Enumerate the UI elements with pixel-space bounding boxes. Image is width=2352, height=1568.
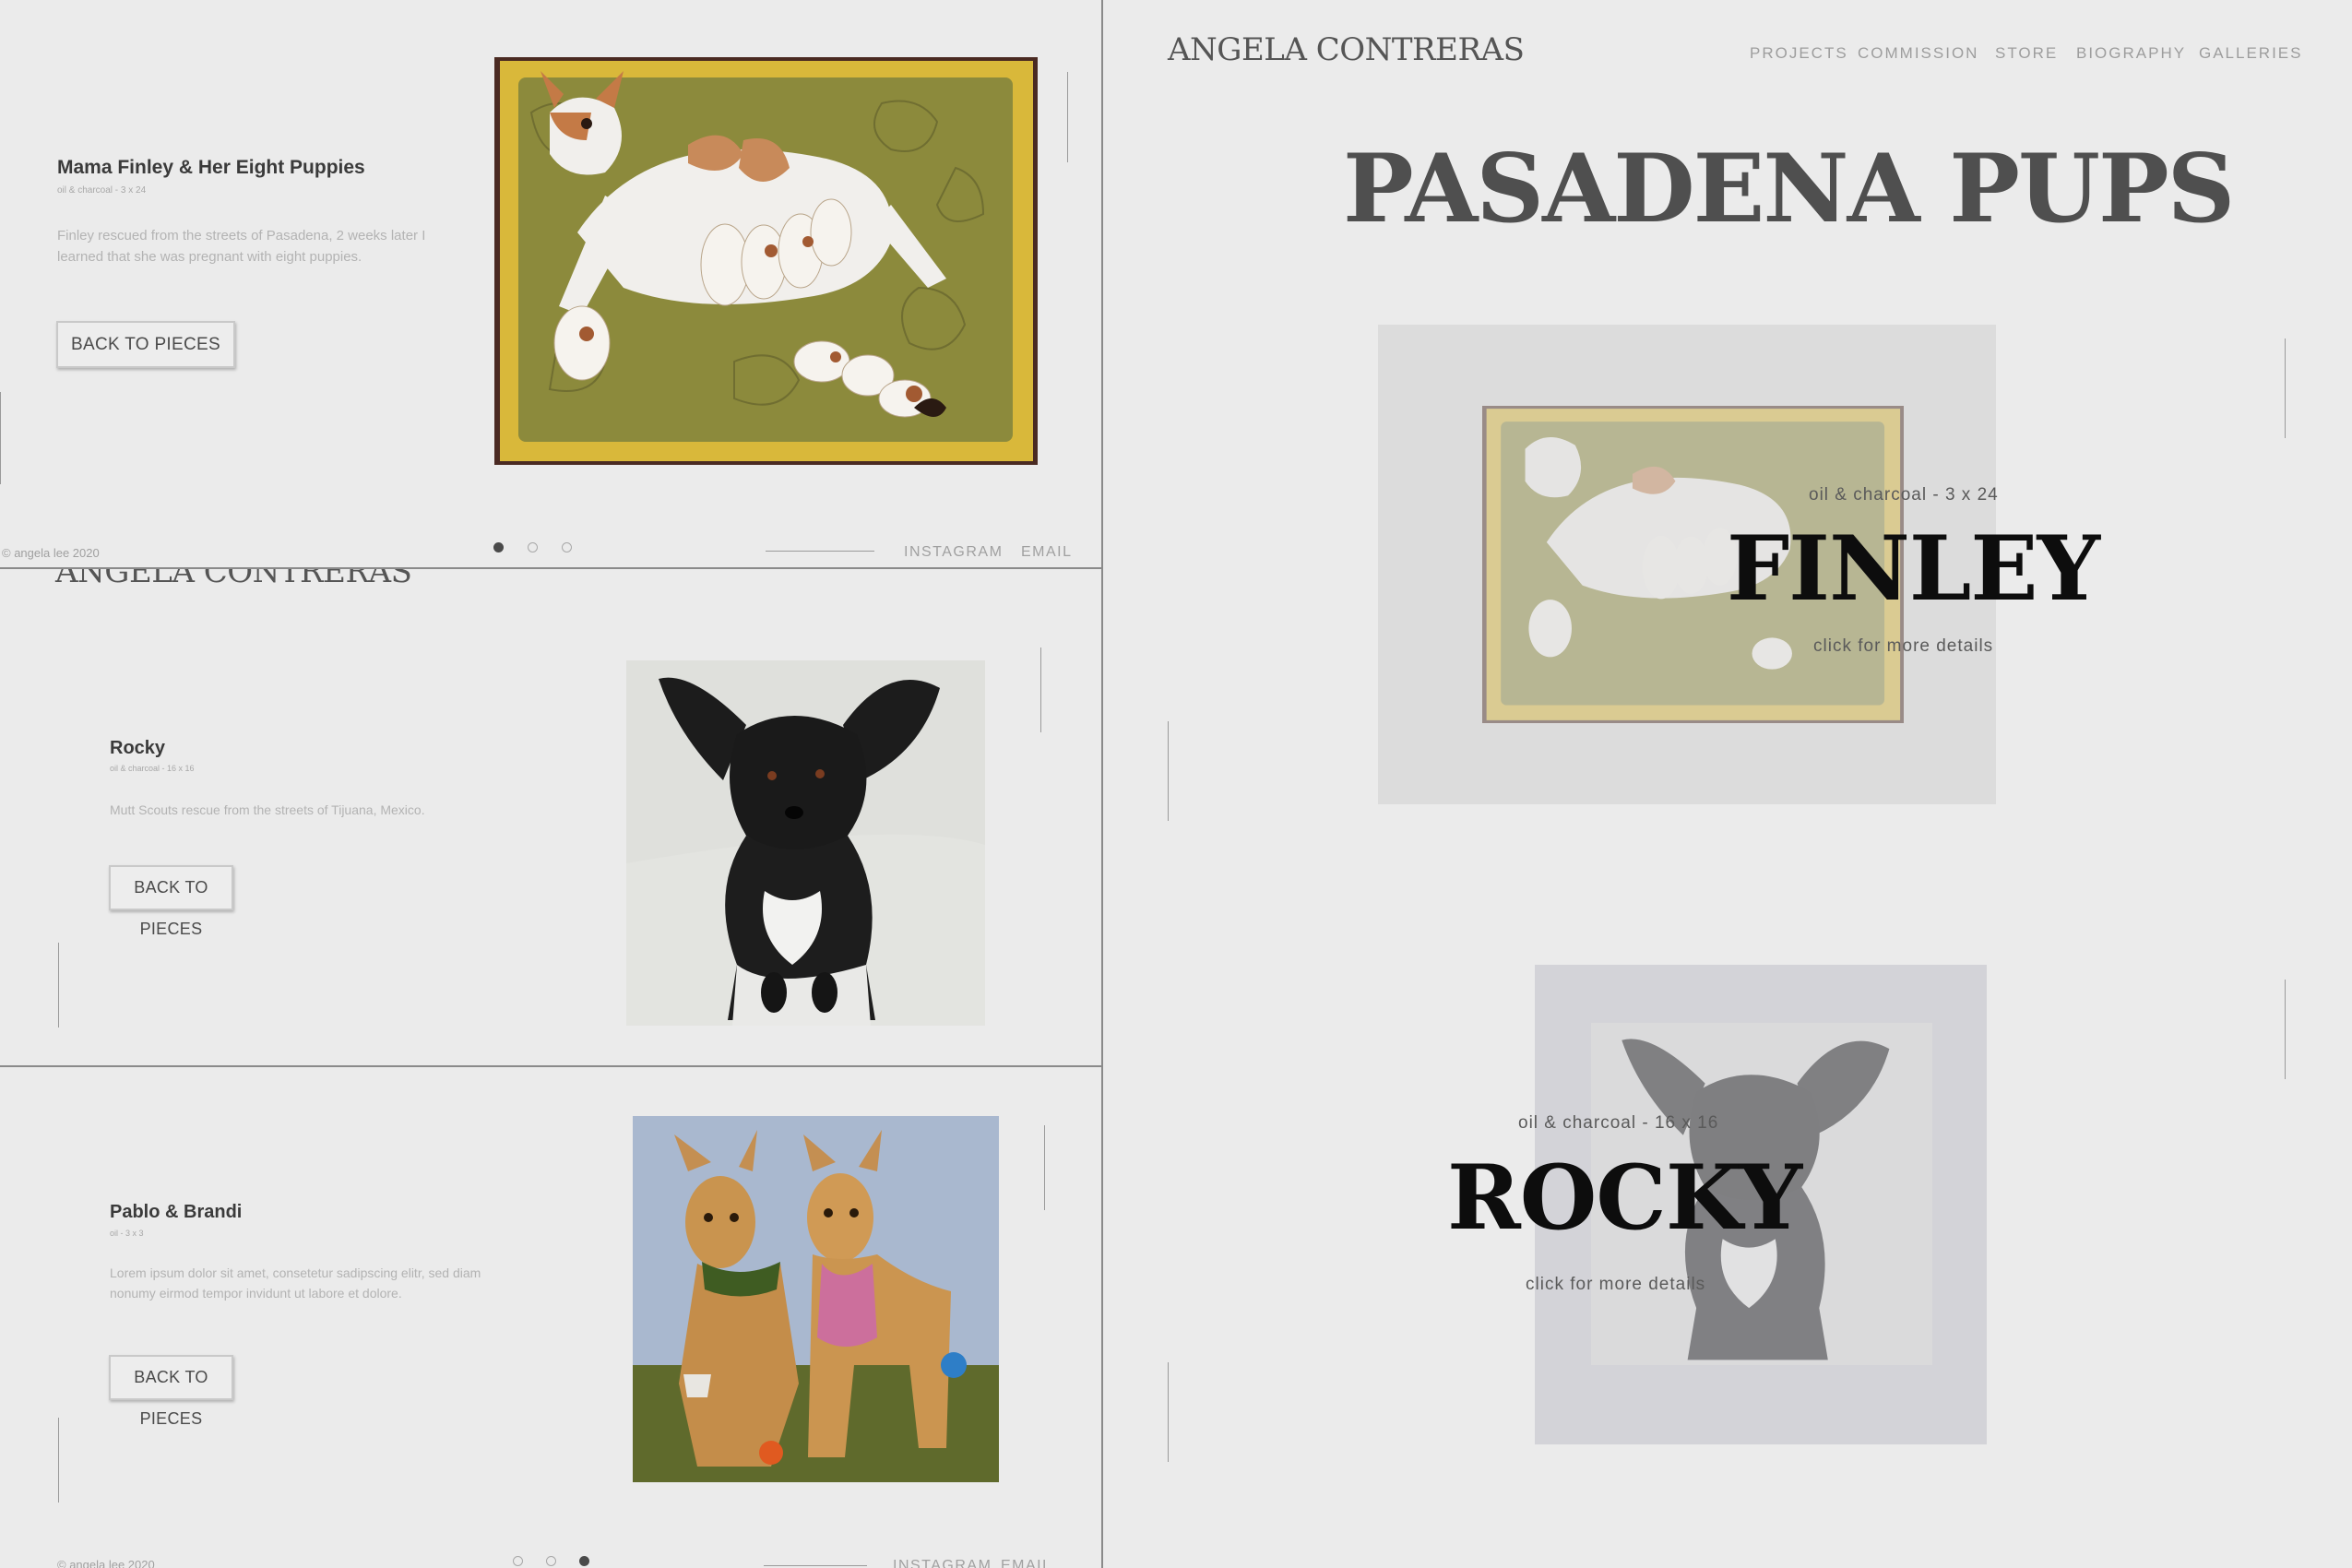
divider-line <box>58 1418 59 1503</box>
copyright-text: © angela lee 2020 <box>57 1558 155 1568</box>
card-name[interactable]: ROCKY <box>1447 1146 1802 1250</box>
card-cta[interactable]: click for more details <box>1526 1275 1705 1295</box>
column-divider <box>1101 0 1103 1568</box>
painting-rocky[interactable] <box>626 660 985 1026</box>
slide-dot[interactable] <box>562 542 572 552</box>
nav-store[interactable]: STORE <box>1995 44 2058 63</box>
card-name[interactable]: FINLEY <box>1727 517 2100 621</box>
gallery-heading: PASADENA PUPS <box>1343 134 2235 244</box>
footer-rule <box>766 551 874 552</box>
painting-mama-finley[interactable] <box>494 57 1038 465</box>
instagram-link[interactable]: INSTAGRAM <box>904 544 1003 561</box>
brand-clipped: ANGELA CONTRERAS <box>55 569 412 590</box>
piece-medium: oil & charcoal - 16 x 16 <box>110 764 195 773</box>
card-medium: oil & charcoal - 16 x 16 <box>1518 1113 1719 1133</box>
piece-title: Pablo & Brandi <box>110 1202 243 1222</box>
divider-line <box>1067 72 1068 162</box>
divider-line <box>1044 1125 1045 1210</box>
mama-finley-artwork <box>500 61 1033 461</box>
slide-dot[interactable] <box>513 1556 523 1566</box>
footer-rule <box>764 1565 867 1566</box>
back-to-pieces-button[interactable]: BACK TO PIECES <box>56 321 235 368</box>
detail-panel-rocky: ANGELA CONTRERAS Rocky oil & charcoal - … <box>0 569 1101 1065</box>
slide-dot[interactable] <box>546 1556 556 1566</box>
back-to-pieces-button[interactable]: BACK TO PIECES <box>109 1355 233 1428</box>
back-to-pieces-button[interactable]: BACK TO PIECES <box>109 865 233 938</box>
divider-line <box>58 943 59 1028</box>
detail-panel-finley: Mama Finley & Her Eight Puppies oil & ch… <box>0 0 1101 568</box>
slide-dot-active[interactable] <box>493 542 504 552</box>
pablo-brandi-artwork <box>633 1116 999 1482</box>
divider-line <box>1168 721 1169 821</box>
card-medium: oil & charcoal - 3 x 24 <box>1809 485 1999 505</box>
detail-panel-pablo-brandi: Pablo & Brandi oil - 3 x 3 Lorem ipsum d… <box>0 1067 1101 1568</box>
slide-dot-active[interactable] <box>579 1556 589 1566</box>
card-cta[interactable]: click for more details <box>1813 636 1993 657</box>
instagram-link[interactable]: INSTAGRAM <box>893 1558 992 1568</box>
divider-line <box>2285 339 2286 438</box>
piece-medium: oil & charcoal - 3 x 24 <box>57 185 147 196</box>
piece-title: Rocky <box>110 738 166 758</box>
email-link[interactable]: EMAIL <box>1021 544 1073 561</box>
copyright-text: © angela lee 2020 <box>2 546 100 560</box>
piece-description: Finley rescued from the streets of Pasad… <box>57 228 426 266</box>
nav-galleries[interactable]: GALLERIES <box>2199 44 2303 63</box>
piece-description: Lorem ipsum dolor sit amet, consetetur s… <box>110 1265 481 1301</box>
piece-description: Mutt Scouts rescue from the streets of T… <box>110 802 425 817</box>
divider-line <box>0 392 1 484</box>
nav-commission[interactable]: COMMISSION <box>1858 44 1978 63</box>
divider-line <box>1040 647 1041 732</box>
divider-line <box>1168 1362 1169 1462</box>
brand-logo[interactable]: ANGELA CONTRERAS <box>1168 31 1525 68</box>
slide-dot[interactable] <box>528 542 538 552</box>
piece-medium: oil - 3 x 3 <box>110 1229 144 1238</box>
rocky-artwork <box>626 660 985 1026</box>
piece-title: Mama Finley & Her Eight Puppies <box>57 157 365 178</box>
painting-pablo-brandi[interactable] <box>633 1116 999 1482</box>
divider-line <box>2285 980 2286 1079</box>
email-link[interactable]: EMAIL <box>1001 1558 1052 1568</box>
nav-biography[interactable]: BIOGRAPHY <box>2076 44 2186 63</box>
nav-projects[interactable]: PROJECTS <box>1750 44 1848 63</box>
